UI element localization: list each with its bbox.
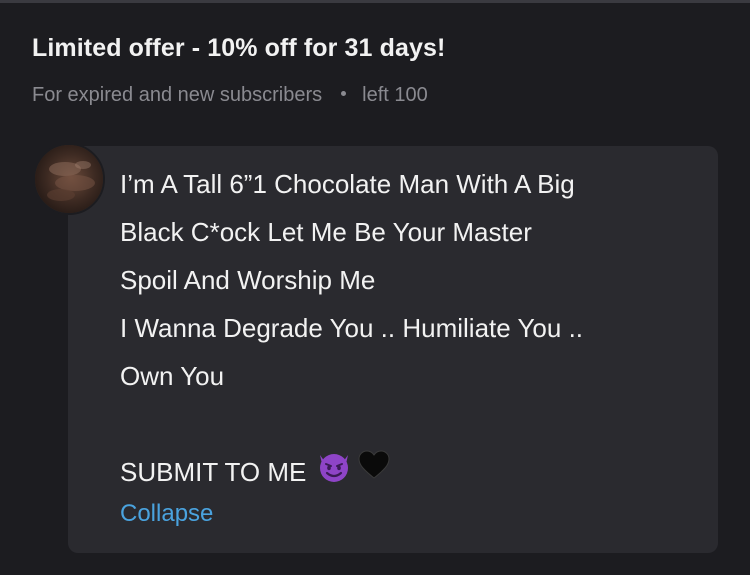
message-closing-line: SUBMIT TO ME [120,448,700,496]
offer-screen: Limited offer - 10% off for 31 days! For… [0,0,750,575]
offer-meta: For expired and new subscribers left 100 [32,84,428,107]
message-line: Own You [120,361,225,391]
smiling-devil-icon [314,445,354,500]
collapse-link[interactable]: Collapse [120,500,213,528]
offer-title: Limited offer - 10% off for 31 days! [32,34,446,62]
message-closing-text: SUBMIT TO ME [120,457,307,487]
avatar[interactable] [33,143,105,215]
message-line: Black C*ock Let Me Be Your Master [120,217,532,247]
message-line: I’m A Tall 6”1 Chocolate Man With A Big [120,169,575,199]
message-line: Spoil And Worship Me [120,265,376,295]
top-divider [0,0,750,3]
offer-remaining: left 100 [362,84,428,106]
black-heart-icon [356,447,392,498]
message-line: I Wanna Degrade You .. Humiliate You .. [120,313,584,343]
message-spacer [120,400,700,448]
separator-dot-icon [341,91,347,96]
message-body: I’m A Tall 6”1 Chocolate Man With A Big … [120,160,700,496]
offer-subtitle: For expired and new subscribers [32,84,323,106]
